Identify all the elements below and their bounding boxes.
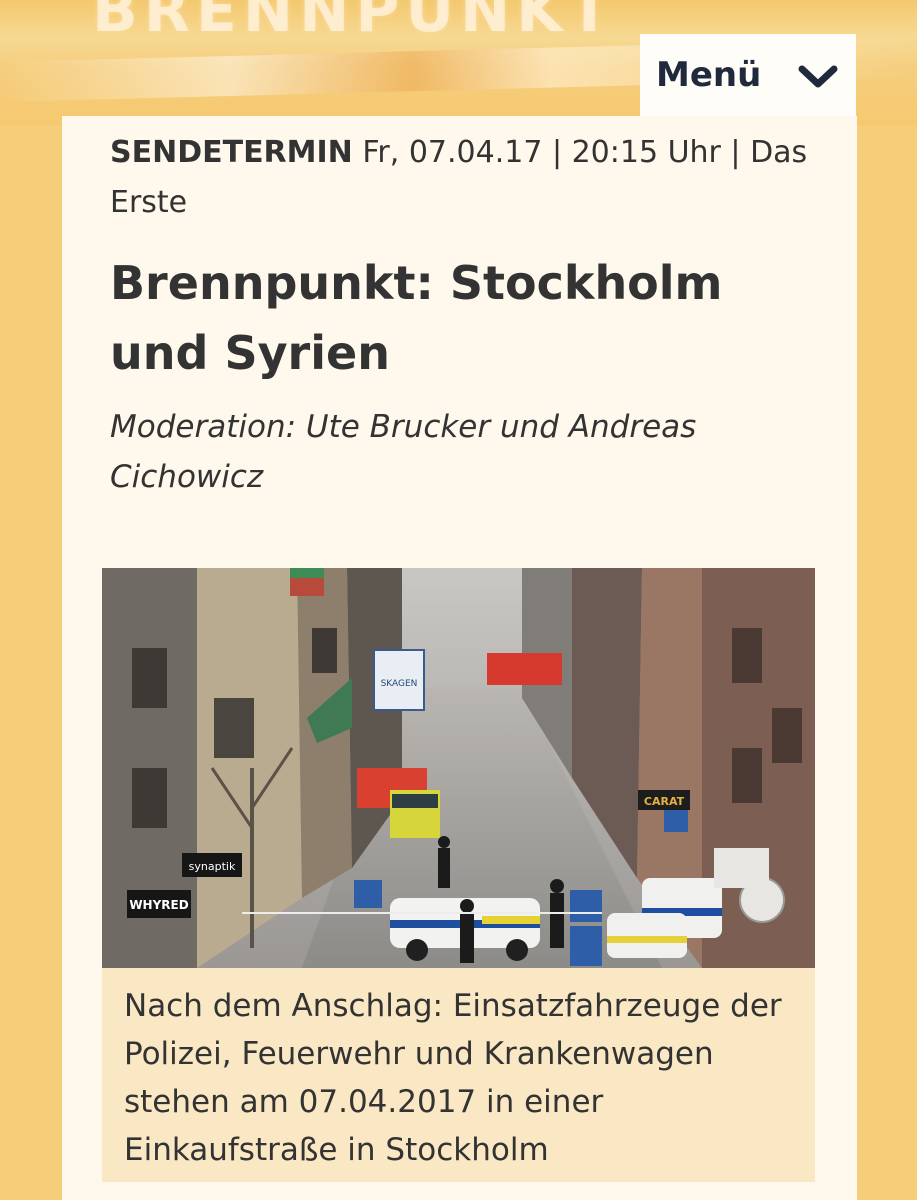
menu-label: Menü (656, 55, 762, 95)
street-scene-image: SKAGEN synaptik WHYRED CARAT (102, 568, 815, 968)
chevron-down-icon (798, 65, 838, 88)
skagen-sign: SKAGEN (381, 679, 418, 689)
photo-caption: Nach dem Anschlag: Einsatzfahrzeuge der … (102, 968, 815, 1182)
menu-button[interactable]: Menü (640, 34, 856, 116)
carat-sign: CARAT (644, 795, 685, 808)
article-photo[interactable]: SKAGEN synaptik WHYRED CARAT (102, 568, 815, 968)
brennpunkt-logo: BRENNPUNKT (92, 0, 616, 46)
page-title: Brennpunkt: Stockholm und Syrien (110, 256, 723, 380)
sendetermin-label: SENDETERMIN (110, 135, 353, 170)
whyred-sign: WHYRED (129, 898, 188, 912)
moderation-credit: Moderation: Ute Brucker und Andreas Cich… (110, 409, 697, 495)
broadcast-date: SENDETERMIN Fr, 07.04.17 | 20:15 Uhr | D… (110, 128, 810, 228)
caption-text: Nach dem Anschlag: Einsatzfahrzeuge der … (124, 988, 782, 1168)
synaptik-sign: synaptik (189, 860, 236, 873)
